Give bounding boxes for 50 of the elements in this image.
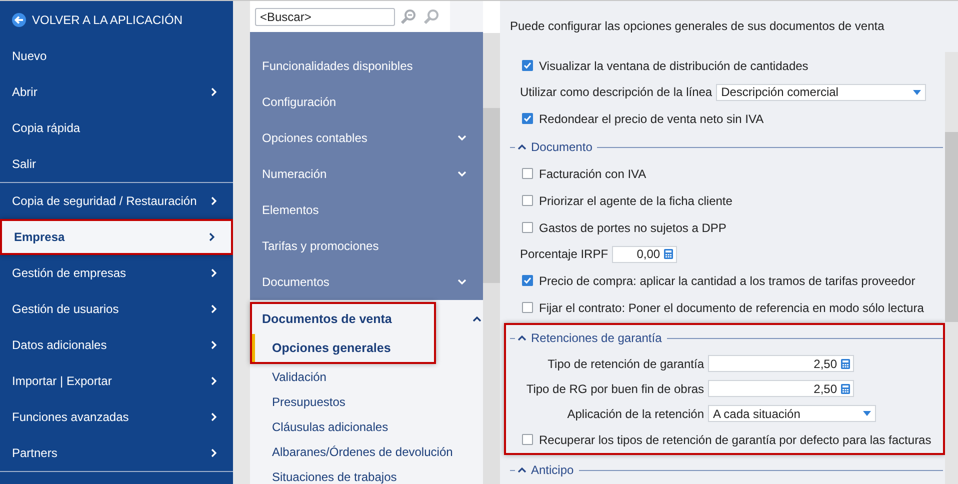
checkbox-label: Fijar el contrato: Poner el documento de referencia en modo sólo lectura <box>539 300 924 314</box>
nav-subitem[interactable]: Opciones generales <box>252 334 434 362</box>
checkbox-label: Visualizar la ventana de distribución de cantidades <box>539 58 808 72</box>
menu-item[interactable]: Datos adicionales <box>0 327 233 363</box>
checkbox-label: Facturación con IVA <box>539 166 646 180</box>
description-text: Puede configurar las opciones generales de sus documentos de venta <box>510 19 886 35</box>
checkbox-label: Gastos de portes no sujetos a DPP <box>539 220 726 234</box>
menu-item[interactable]: Gestión de empresas <box>0 255 233 291</box>
section-toggle[interactable]: Anticipo <box>517 463 579 477</box>
nav-item[interactable]: Opciones contables <box>250 120 483 156</box>
menu-item[interactable]: Funciones avanzadas <box>0 399 233 435</box>
field-label: Porcentaje IRPF <box>520 247 608 261</box>
field-label: Tipo de RG por buen fin de obras <box>525 382 704 396</box>
field-label: Aplicación de la retención <box>566 406 704 420</box>
menu-item[interactable]: Nuevo <box>0 38 233 74</box>
field-label: Utilizar como descripción de la línea <box>520 85 712 99</box>
section-toggle[interactable]: Retenciones de garantía <box>517 331 667 345</box>
nav-item[interactable]: Numeración <box>250 156 483 192</box>
nav-item[interactable]: Documentos <box>250 264 483 300</box>
checkbox-label: Priorizar el agente de la ficha cliente <box>539 194 732 208</box>
checkbox-label: Recuperar los tipos de retención de garantía por defecto para las facturas <box>539 432 932 446</box>
section-toggle[interactable]: Documento <box>517 140 598 154</box>
back-link[interactable]: VOLVER A LA APLICACIÓN <box>0 2 233 38</box>
dropdown[interactable]: Descripción comercial <box>716 84 926 100</box>
nav-subitem[interactable]: Albaranes/Órdenes de devolución <box>250 439 483 464</box>
number-field[interactable]: 2,50 <box>708 355 854 372</box>
number-field[interactable]: 0,00 <box>612 246 678 262</box>
nav-item[interactable]: Configuración <box>250 84 483 120</box>
checkbox-label: Redondear el precio de venta neto sin IVA <box>539 112 764 126</box>
field-label: Tipo de retención de garantía <box>546 356 704 370</box>
nav-subitem[interactable]: Validación <box>250 364 483 389</box>
nav-subitem[interactable]: Cláusulas adicionales <box>250 414 483 439</box>
menu-item[interactable]: Importar | Exportar <box>0 363 233 399</box>
menu-item[interactable]: Salir <box>0 146 233 182</box>
dropdown[interactable]: A cada situación <box>708 405 876 422</box>
menu-item[interactable]: Copia rápida <box>0 110 233 146</box>
nav-item[interactable]: Tarifas y promociones <box>250 228 483 264</box>
nav-item[interactable]: Funcionalidades disponibles <box>250 48 483 84</box>
number-field[interactable]: 2,50 <box>708 380 854 397</box>
nav-subitem[interactable]: Presupuestos <box>250 389 483 414</box>
search-field[interactable]: <Buscar> <box>255 8 395 26</box>
nav-group-header[interactable]: Documentos de venta <box>252 304 482 334</box>
menu-item[interactable]: Partners <box>0 435 233 471</box>
nav-subitem[interactable]: Situaciones de trabajos <box>250 464 483 484</box>
menu-item[interactable]: Abrir <box>0 74 233 110</box>
menu-item[interactable]: Gestión de usuarios <box>0 291 233 327</box>
menu-item[interactable]: Copia de seguridad / Restauración <box>0 183 233 219</box>
checkbox-label: Precio de compra: aplicar la cantidad a los tramos de tarifas proveedor <box>539 274 916 288</box>
menu-item[interactable]: Empresa <box>0 219 233 255</box>
nav-item[interactable]: Elementos <box>250 192 483 228</box>
